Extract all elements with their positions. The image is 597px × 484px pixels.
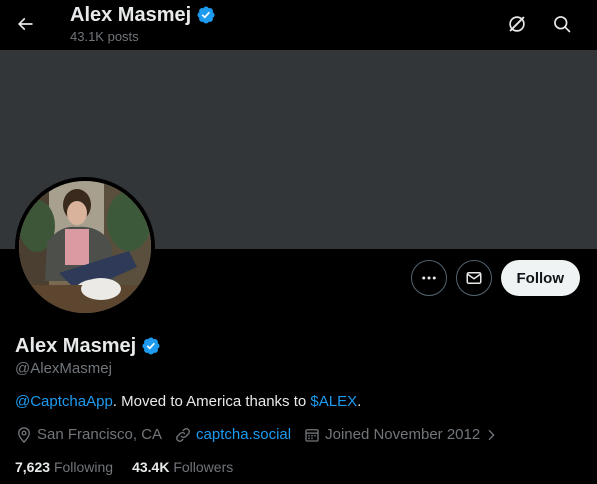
top-bar: Alex Masmej 43.1K posts xyxy=(0,0,597,50)
arrow-left-icon xyxy=(17,17,33,31)
follow-counts: 7,623 Following 43.4K Followers xyxy=(15,458,585,476)
verified-badge-icon xyxy=(142,337,160,355)
avatar-photo xyxy=(19,181,151,313)
header-name-row: Alex Masmej xyxy=(70,2,216,28)
avatar[interactable] xyxy=(15,177,155,317)
location-pin-icon xyxy=(18,427,30,444)
following-count-link[interactable]: 7,623 Following xyxy=(15,458,113,476)
calendar-icon xyxy=(305,429,319,442)
follow-button[interactable]: Follow xyxy=(500,260,580,296)
following-count: 7,623 xyxy=(15,459,51,475)
message-button[interactable] xyxy=(455,260,492,296)
profile-bio: @CaptchaApp. Moved to America thanks to … xyxy=(15,392,585,412)
joined-item[interactable]: Joined November 2012 xyxy=(303,425,503,445)
search-button[interactable] xyxy=(545,7,579,41)
grok-icon xyxy=(509,16,525,32)
grok-button[interactable] xyxy=(500,7,534,41)
header-title: Alex Masmej 43.1K posts xyxy=(70,2,216,45)
bio-mention-link[interactable]: @CaptchaApp xyxy=(15,393,113,410)
chevron-right-icon xyxy=(488,429,495,441)
joined-text: Joined November 2012 xyxy=(325,426,481,443)
more-button[interactable] xyxy=(410,260,447,296)
followers-label: Followers xyxy=(173,459,234,475)
bio-end: . xyxy=(357,393,362,410)
profile-handle: @AlexMasmej xyxy=(15,360,112,377)
location-text: San Francisco, CA xyxy=(37,426,163,443)
website-link[interactable]: captcha.social xyxy=(196,425,291,445)
followers-count-link[interactable]: 43.4K Followers xyxy=(132,458,233,476)
verified-badge-icon xyxy=(197,6,215,24)
profile-actions: Follow xyxy=(410,260,580,296)
profile-meta: San Francisco, CA captcha.social Joined … xyxy=(15,425,585,445)
bio-cashtag-link[interactable]: $ALEX xyxy=(310,393,357,410)
header-name: Alex Masmej xyxy=(70,4,192,26)
followers-count: 43.4K xyxy=(132,459,170,475)
more-icon xyxy=(421,276,436,280)
mail-icon xyxy=(466,272,481,284)
location-item: San Francisco, CA xyxy=(15,425,162,445)
link-icon xyxy=(176,428,190,442)
profile-info: Alex Masmej @AlexMasmej @CaptchaApp. Mov… xyxy=(15,333,585,476)
following-label: Following xyxy=(53,459,114,475)
back-button[interactable] xyxy=(8,7,42,41)
search-icon xyxy=(554,16,571,33)
profile-name: Alex Masmej xyxy=(15,335,137,357)
profile-name-row: Alex Masmej xyxy=(15,333,585,359)
bio-text: . Moved to America thanks to xyxy=(112,393,311,410)
header-post-count: 43.1K posts xyxy=(70,29,139,44)
website-item: captcha.social xyxy=(174,425,291,445)
